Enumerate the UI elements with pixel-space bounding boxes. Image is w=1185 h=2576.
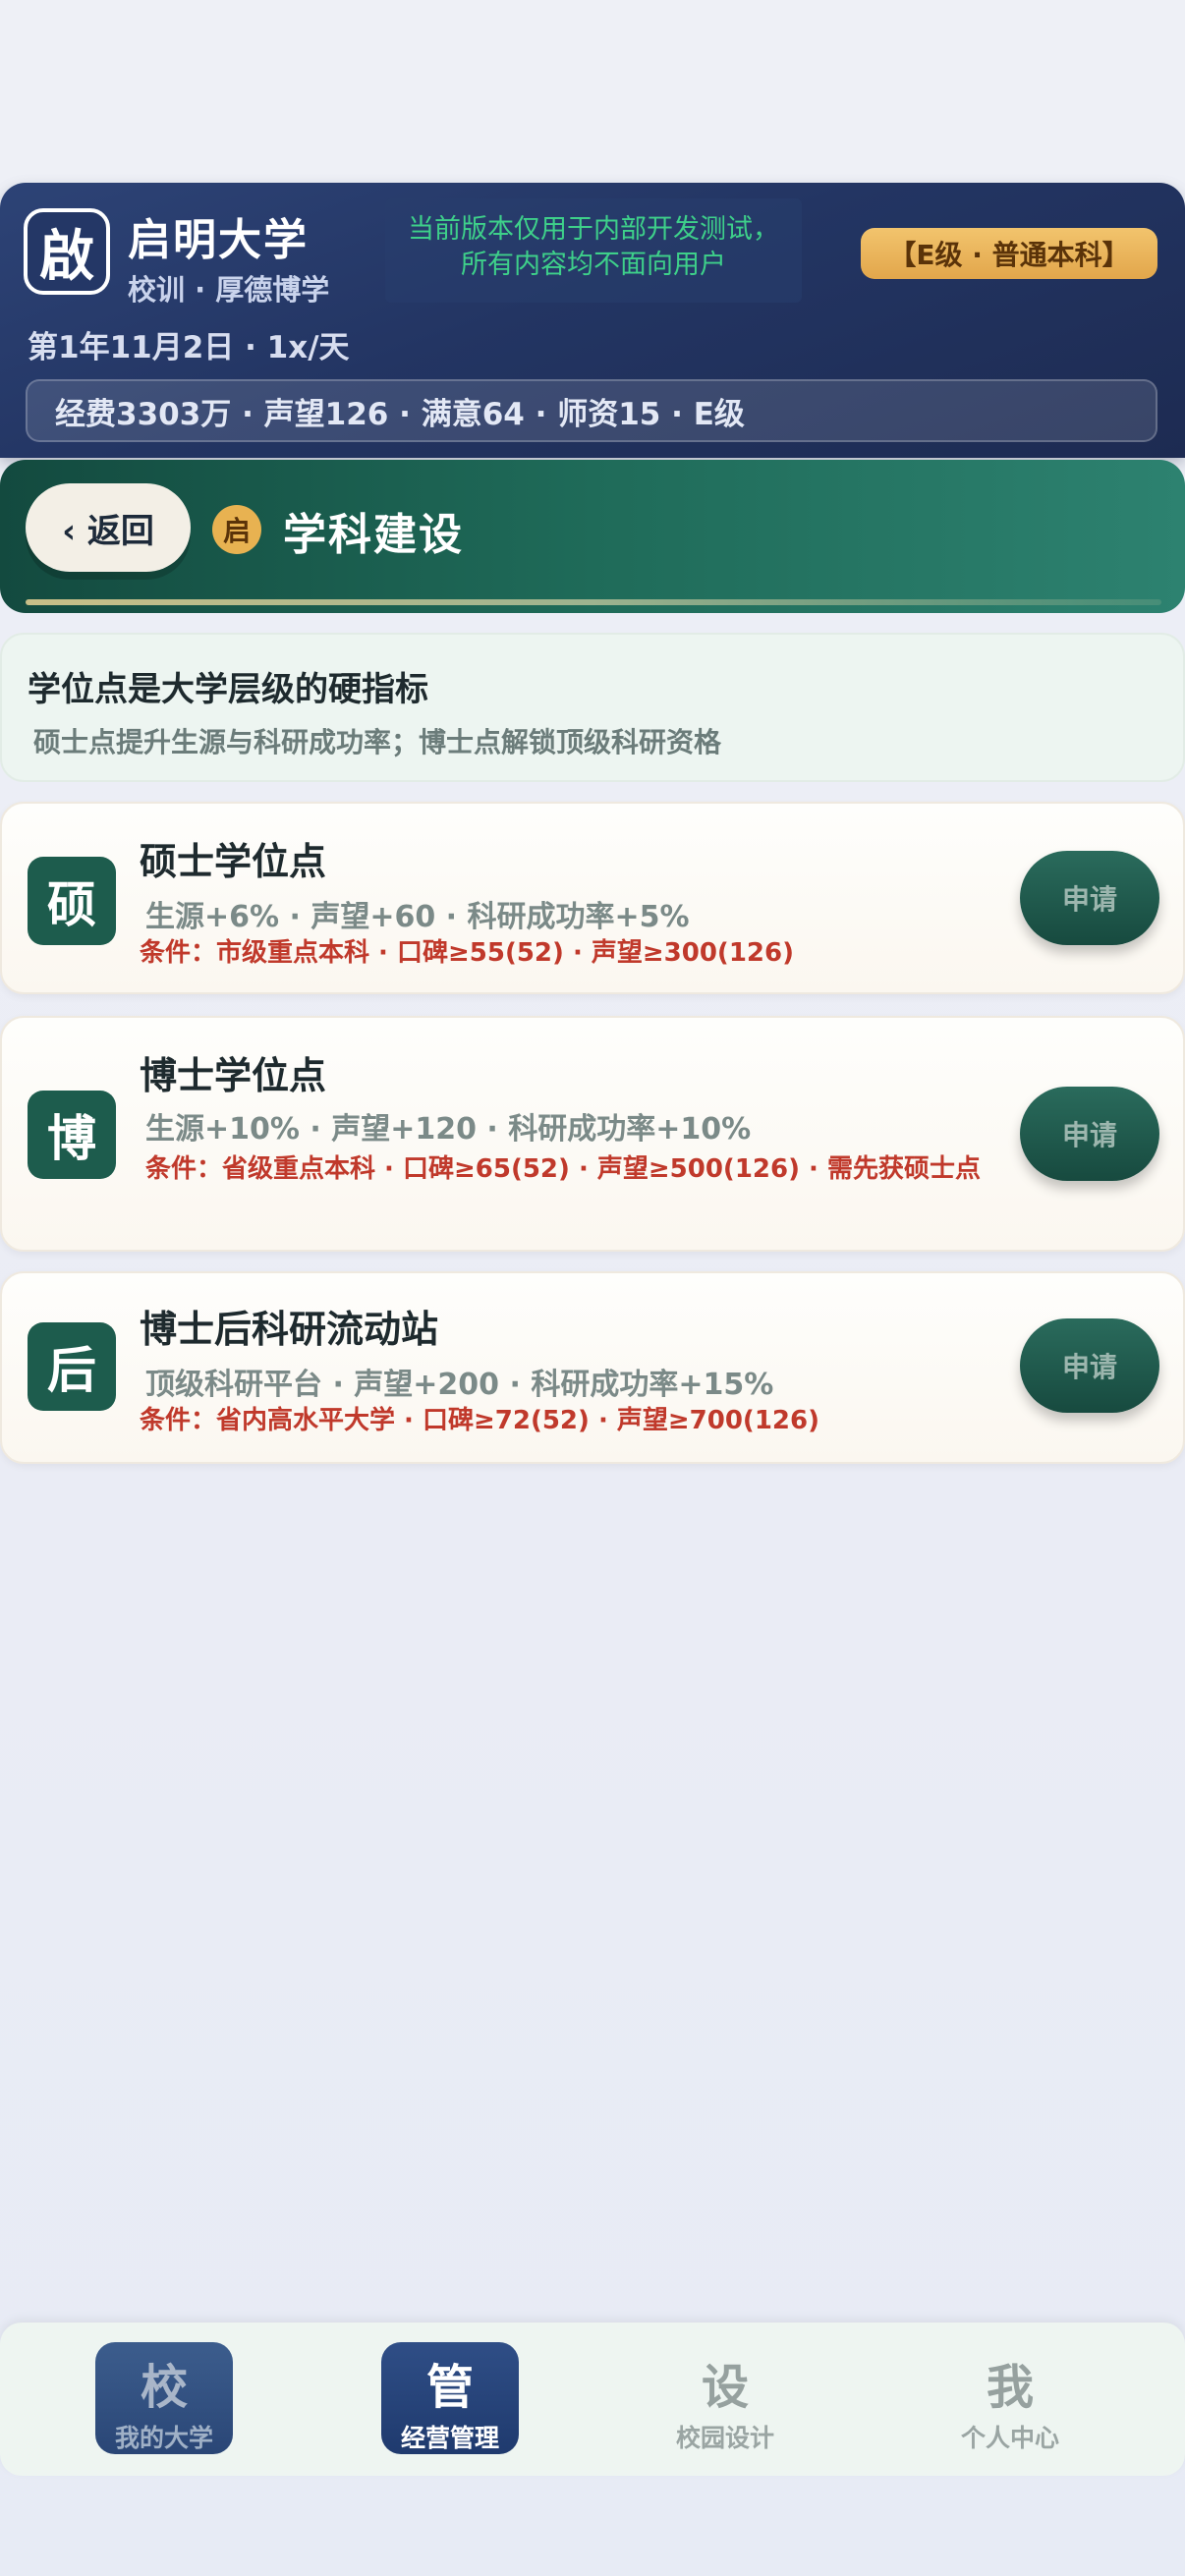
- nav-label: 我的大学: [114, 2424, 213, 2452]
- stats-text: 经费3303万 · 声望126 · 满意64 · 师资15 · E级: [55, 396, 745, 432]
- level-badge: 【E级 · 普通本科】: [861, 228, 1157, 279]
- doctor-degree-icon: 博: [28, 1091, 116, 1179]
- university-logo: 啟: [24, 208, 110, 295]
- degree-card-postdoc: 后 博士后科研流动站 顶级科研平台 · 声望+200 · 科研成功率+15% 条…: [0, 1271, 1185, 1464]
- degree-title: 博士学位点: [140, 1054, 327, 1097]
- nav-label: 校园设计: [675, 2424, 774, 2452]
- info-subtitle: 硕士点提升生源与科研成功率；博士点解锁顶级科研资格: [33, 726, 722, 758]
- apply-postdoc-button[interactable]: 申请: [1020, 1318, 1159, 1413]
- stats-bar: 经费3303万 · 声望126 · 满意64 · 师资15 · E级: [26, 379, 1157, 442]
- degree-conditions: 条件：省级重点本科 · 口碑≥65(52) · 声望≥500(126) · 需先…: [145, 1154, 981, 1184]
- dev-notice-line-2: 所有内容均不面向用户: [461, 250, 726, 280]
- university-icon: 校: [140, 2360, 188, 2415]
- back-button[interactable]: ‹ 返回: [26, 483, 191, 572]
- nav-campus-design[interactable]: 设 校园设计: [656, 2342, 794, 2454]
- degree-effects: 生源+10% · 声望+120 · 科研成功率+10%: [145, 1112, 752, 1147]
- management-icon: 管: [425, 2360, 474, 2415]
- profile-icon: 我: [986, 2360, 1034, 2415]
- section-header: ‹ 返回 启 学科建设: [0, 460, 1185, 613]
- degree-effects: 生源+6% · 声望+60 · 科研成功率+5%: [145, 900, 690, 934]
- degree-conditions: 条件：市级重点本科 · 口碑≥55(52) · 声望≥300(126): [140, 938, 794, 968]
- app-screen: 啟 启明大学 校训 · 厚德博学 当前版本仅用于内部开发测试， 所有内容均不面向…: [0, 0, 1185, 2576]
- nav-management[interactable]: 管 经营管理: [381, 2342, 519, 2454]
- header-divider: [26, 599, 1161, 605]
- university-name: 启明大学: [128, 215, 309, 265]
- page-title: 学科建设: [283, 510, 464, 560]
- dev-notice: 当前版本仅用于内部开发测试， 所有内容均不面向用户: [385, 198, 802, 303]
- apply-master-button[interactable]: 申请: [1020, 851, 1159, 945]
- game-date-speed: 第1年11月2日 · 1x/天: [28, 330, 350, 365]
- section-badge-icon: 启: [212, 505, 261, 554]
- dev-notice-line-1: 当前版本仅用于内部开发测试，: [408, 214, 779, 245]
- degree-conditions: 条件：省内高水平大学 · 口碑≥72(52) · 声望≥700(126): [140, 1406, 819, 1435]
- bottom-nav: 校 我的大学 管 经营管理 设 校园设计 我 个人中心: [0, 2323, 1185, 2476]
- degree-card-master: 硕 硕士学位点 生源+6% · 声望+60 · 科研成功率+5% 条件：市级重点…: [0, 802, 1185, 994]
- nav-label: 经营管理: [400, 2424, 499, 2452]
- info-title: 学位点是大学层级的硬指标: [28, 670, 428, 709]
- degree-card-doctor: 博 博士学位点 生源+10% · 声望+120 · 科研成功率+10% 条件：省…: [0, 1016, 1185, 1252]
- degree-title: 硕士学位点: [140, 840, 327, 883]
- apply-doctor-button[interactable]: 申请: [1020, 1087, 1159, 1181]
- postdoc-station-icon: 后: [28, 1322, 116, 1411]
- degree-effects: 顶级科研平台 · 声望+200 · 科研成功率+15%: [145, 1368, 774, 1402]
- nav-profile[interactable]: 我 个人中心: [941, 2342, 1079, 2454]
- university-motto: 校训 · 厚德博学: [128, 273, 330, 307]
- master-degree-icon: 硕: [28, 857, 116, 945]
- nav-label: 个人中心: [960, 2424, 1059, 2452]
- design-icon: 设: [701, 2360, 749, 2415]
- nav-my-university[interactable]: 校 我的大学: [95, 2342, 233, 2454]
- degree-title: 博士后科研流动站: [140, 1308, 439, 1351]
- info-card: 学位点是大学层级的硬指标 硕士点提升生源与科研成功率；博士点解锁顶级科研资格: [0, 633, 1185, 782]
- university-header: 啟 启明大学 校训 · 厚德博学 当前版本仅用于内部开发测试， 所有内容均不面向…: [0, 183, 1185, 458]
